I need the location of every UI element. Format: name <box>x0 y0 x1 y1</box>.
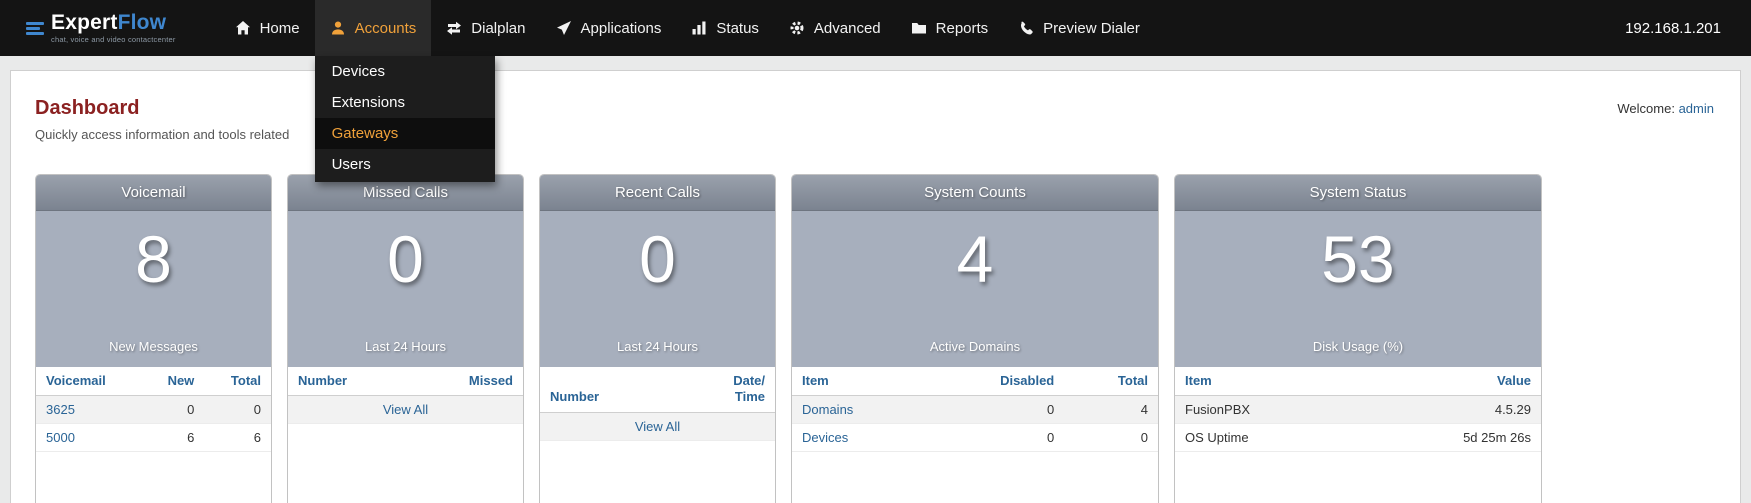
content-panel: Dashboard Quickly access information and… <box>10 70 1741 503</box>
card-number: 0 <box>540 225 775 294</box>
card-title: Voicemail <box>36 175 271 211</box>
applications-icon <box>556 20 572 36</box>
view-all-link[interactable]: View All <box>383 402 428 417</box>
card-number-label: Active Domains <box>792 339 1158 354</box>
dialplan-icon <box>446 20 462 36</box>
column-header: Item <box>1175 367 1355 396</box>
dashboard-cards: Voicemail 8 New Messages Voicemail New T… <box>35 174 1716 503</box>
menu-item-home[interactable]: Home <box>220 0 315 56</box>
menu-item-dialplan[interactable]: Dialplan <box>431 0 540 56</box>
count-item-link[interactable]: Devices <box>802 430 848 445</box>
column-header: Date/ Time <box>674 367 775 412</box>
page-title: Dashboard <box>35 97 1716 120</box>
table-row: Devices 0 0 <box>792 424 1158 452</box>
card-number: 8 <box>36 225 271 294</box>
dropdown-item-devices[interactable]: Devices <box>315 56 495 87</box>
logo-tagline: chat, voice and video contactcenter <box>51 36 176 44</box>
menu-item-preview-dialer[interactable]: Preview Dialer <box>1003 0 1155 56</box>
dropdown-item-extensions[interactable]: Extensions <box>315 87 495 118</box>
welcome-user-link[interactable]: admin <box>1679 101 1714 116</box>
welcome-text: Welcome: admin <box>1617 101 1714 116</box>
card-system-counts: System Counts 4 Active Domains Item Disa… <box>791 174 1159 503</box>
column-header: New <box>142 367 204 396</box>
column-header: Missed <box>410 367 523 396</box>
gear-icon <box>789 20 805 36</box>
column-header: Voicemail <box>36 367 142 396</box>
column-header: Total <box>204 367 271 396</box>
view-all-link[interactable]: View All <box>635 419 680 434</box>
count-item-link[interactable]: Domains <box>802 402 853 417</box>
table-row: FusionPBX 4.5.29 <box>1175 396 1541 424</box>
card-title: System Counts <box>792 175 1158 211</box>
user-icon <box>330 20 346 36</box>
card-number-label: Disk Usage (%) <box>1175 339 1541 354</box>
accounts-dropdown: Devices Extensions Gateways Users <box>315 56 495 182</box>
menu-item-reports[interactable]: Reports <box>896 0 1004 56</box>
menu-item-applications[interactable]: Applications <box>541 0 677 56</box>
dropdown-item-users[interactable]: Users <box>315 149 495 180</box>
card-number-label: Last 24 Hours <box>540 339 775 354</box>
menu-item-status[interactable]: Status <box>676 0 774 56</box>
card-number: 0 <box>288 225 523 294</box>
menu-item-accounts[interactable]: Accounts Devices Extensions Gateways Use… <box>315 0 432 56</box>
card-title: System Status <box>1175 175 1541 211</box>
column-header: Value <box>1355 367 1541 396</box>
column-header: Number <box>288 367 410 396</box>
column-header: Number <box>540 367 674 412</box>
navbar: ExpertFlow chat, voice and video contact… <box>0 0 1751 56</box>
page-subtitle: Quickly access information and tools rel… <box>35 127 1716 142</box>
dropdown-item-gateways[interactable]: Gateways <box>315 118 495 149</box>
card-system-status: System Status 53 Disk Usage (%) Item Val… <box>1174 174 1542 503</box>
card-recent-calls: Recent Calls 0 Last 24 Hours Number Date… <box>539 174 776 503</box>
voicemail-link[interactable]: 5000 <box>46 430 75 445</box>
column-header: Disabled <box>925 367 1064 396</box>
card-missed-calls: Missed Calls 0 Last 24 Hours Number Miss… <box>287 174 524 503</box>
app-logo[interactable]: ExpertFlow chat, voice and video contact… <box>26 0 176 56</box>
menu-item-advanced[interactable]: Advanced <box>774 0 896 56</box>
card-number-label: New Messages <box>36 339 271 354</box>
card-title: Recent Calls <box>540 175 775 211</box>
table-row: Domains 0 4 <box>792 396 1158 424</box>
server-address: 192.168.1.201 <box>1625 0 1721 56</box>
home-icon <box>235 20 251 36</box>
status-icon <box>691 20 707 36</box>
voicemail-link[interactable]: 3625 <box>46 402 75 417</box>
table-row: OS Uptime 5d 25m 26s <box>1175 424 1541 452</box>
table-row: 5000 6 6 <box>36 424 271 452</box>
main-menu: Home Accounts Devices Extensions Gateway… <box>220 0 1155 56</box>
logo-icon <box>26 19 44 37</box>
card-number: 53 <box>1175 225 1541 294</box>
table-row: View All <box>288 396 523 424</box>
phone-icon <box>1018 20 1034 36</box>
logo-text: ExpertFlow <box>51 12 176 33</box>
card-number-label: Last 24 Hours <box>288 339 523 354</box>
table-row: 3625 0 0 <box>36 396 271 424</box>
column-header: Item <box>792 367 925 396</box>
card-number: 4 <box>792 225 1158 294</box>
table-row: View All <box>540 412 775 440</box>
card-voicemail: Voicemail 8 New Messages Voicemail New T… <box>35 174 272 503</box>
column-header: Total <box>1064 367 1158 396</box>
reports-icon <box>911 20 927 36</box>
